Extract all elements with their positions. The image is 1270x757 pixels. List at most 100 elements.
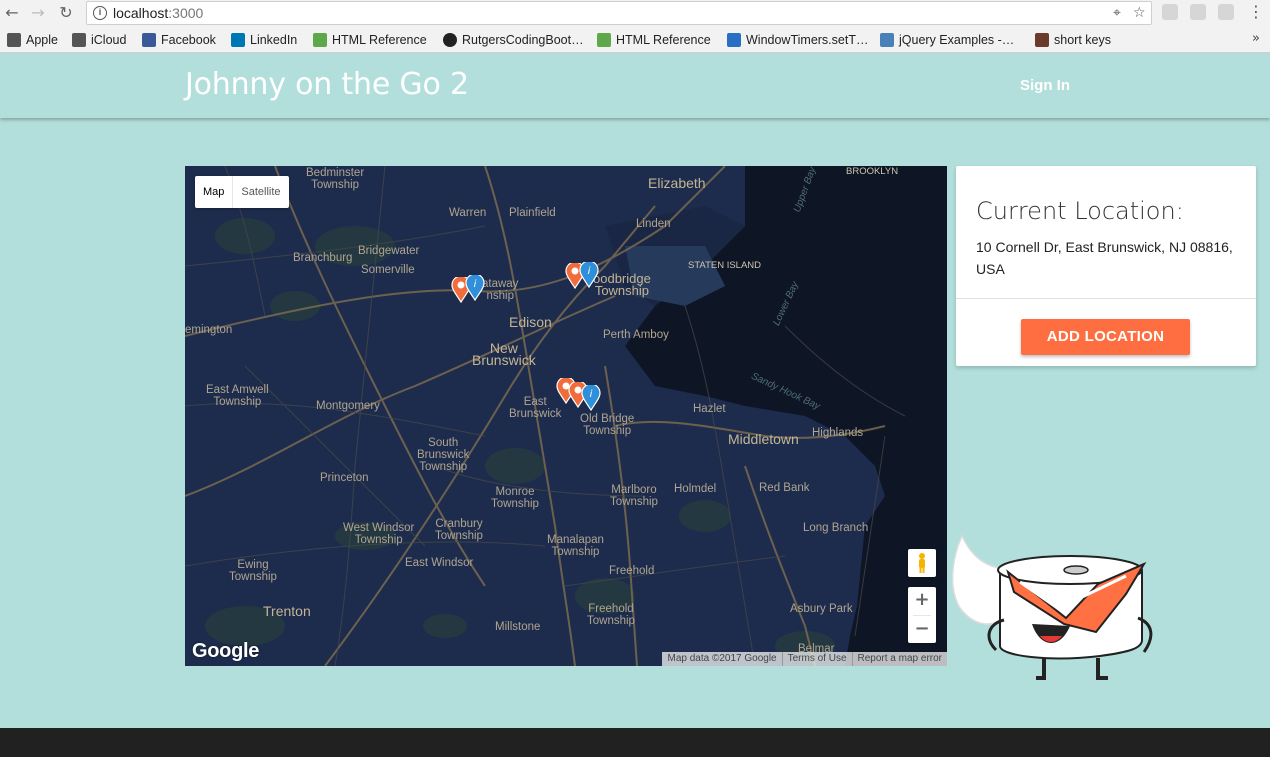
map-type-map-button[interactable]: Map bbox=[195, 176, 234, 208]
bookmark-thumbnail-icon bbox=[1035, 33, 1049, 47]
map-label: Asbury Park bbox=[790, 603, 853, 615]
bookmark-label: Facebook bbox=[161, 33, 216, 47]
map-label: Perth Amboy bbox=[603, 329, 669, 341]
bookmarks-overflow-icon[interactable]: » bbox=[1252, 31, 1260, 46]
bookmark-label: WindowTimers.setT… bbox=[746, 33, 869, 47]
location-icon[interactable]: ⌖ bbox=[1113, 5, 1121, 21]
map-label: Long Branch bbox=[803, 522, 869, 534]
info-icon[interactable]: i bbox=[93, 6, 107, 20]
linkedin-icon bbox=[231, 33, 245, 47]
sign-in-link[interactable]: Sign In bbox=[1020, 77, 1070, 94]
map-type-satellite-button[interactable]: Satellite bbox=[233, 176, 288, 208]
add-location-button[interactable]: ADD LOCATION bbox=[1021, 319, 1190, 355]
bookmark-label: LinkedIn bbox=[250, 33, 298, 47]
map-label: South Brunswick Township bbox=[417, 437, 470, 473]
map-label: East Brunswick bbox=[509, 396, 562, 420]
map-label: Princeton bbox=[320, 472, 369, 484]
map-label: Old Bridge Township bbox=[580, 413, 635, 437]
current-location-card: Current Location: 10 Cornell Dr, East Br… bbox=[956, 166, 1256, 366]
map-label: Trenton bbox=[263, 603, 311, 619]
map-label: Marlboro Township bbox=[610, 484, 658, 508]
location-marker-icon[interactable]: i bbox=[465, 275, 485, 301]
github-icon bbox=[443, 33, 457, 47]
bookmark-short-keys[interactable]: short keys bbox=[1035, 32, 1111, 48]
map-label: Ewing Township bbox=[229, 559, 277, 583]
map-label: Monroe Township bbox=[491, 486, 539, 510]
bookmark-apple[interactable]: Apple bbox=[7, 32, 58, 48]
map-data-credit: Map data ©2017 Google bbox=[667, 653, 777, 664]
map-label: Freehold Township bbox=[587, 603, 635, 627]
map-label: Warren bbox=[449, 207, 487, 219]
app-navbar: Johnny on the Go 2 Sign In bbox=[0, 54, 1270, 118]
star-icon[interactable]: ☆ bbox=[1133, 5, 1146, 21]
google-logo[interactable]: Google bbox=[192, 640, 259, 663]
browser-toolbar: ← → ↻ i localhost:3000 ⌖ ☆ ⋮ bbox=[0, 0, 1270, 27]
map-label: emington bbox=[185, 324, 233, 336]
terms-of-use-link[interactable]: Terms of Use bbox=[781, 652, 852, 666]
card-title: Current Location: bbox=[976, 197, 1184, 225]
google-map[interactable]: Map Satellite Bedminster Township Elizabe… bbox=[185, 166, 947, 666]
map-label: oodbridge Township bbox=[593, 271, 651, 298]
location-marker-icon[interactable]: i bbox=[579, 262, 599, 288]
map-label: BROOKLYN bbox=[846, 166, 899, 177]
bookmark-html-reference-2[interactable]: HTML Reference bbox=[597, 32, 711, 48]
map-label: Highlands bbox=[812, 427, 864, 439]
map-label: STATEN ISLAND bbox=[688, 260, 762, 271]
map-label: Manalapan Township bbox=[547, 534, 604, 558]
url-port: :3000 bbox=[168, 5, 204, 21]
map-label: Bridgewater bbox=[358, 245, 420, 257]
map-label: Millstone bbox=[495, 621, 541, 633]
map-label: Red Bank bbox=[759, 482, 810, 494]
url-text[interactable]: localhost:3000 bbox=[113, 5, 203, 21]
map-type-control[interactable]: Map Satellite bbox=[195, 176, 289, 208]
zoom-in-button[interactable]: + bbox=[908, 587, 936, 615]
map-base-layer bbox=[185, 166, 947, 666]
map-label: East Amwell Township bbox=[206, 384, 269, 408]
map-label: Branchburg bbox=[293, 252, 353, 264]
browser-menu-icon[interactable]: ⋮ bbox=[1248, 2, 1264, 21]
map-label: Holmdel bbox=[674, 483, 717, 495]
current-address: 10 Cornell Dr, East Brunswick, NJ 08816,… bbox=[976, 239, 1233, 277]
reload-icon[interactable]: ↻ bbox=[56, 3, 76, 23]
report-map-error-link[interactable]: Report a map error bbox=[851, 652, 947, 666]
mdn-icon bbox=[727, 33, 741, 47]
map-label: Middletown bbox=[728, 431, 799, 447]
bookmark-label: HTML Reference bbox=[332, 33, 427, 47]
map-label: Elizabeth bbox=[648, 175, 706, 191]
bookmark-label: short keys bbox=[1054, 33, 1111, 47]
map-label: Cranbury Township bbox=[435, 518, 483, 542]
bookmark-jquery[interactable]: jQuery Examples -… bbox=[880, 32, 1014, 48]
street-view-pegman-icon[interactable] bbox=[908, 549, 936, 577]
url-host: localhost bbox=[113, 5, 169, 21]
apple-icon bbox=[72, 33, 86, 47]
back-arrow-icon[interactable]: ← bbox=[2, 3, 22, 23]
svg-text:i: i bbox=[588, 266, 591, 277]
bookmark-label: HTML Reference bbox=[616, 33, 711, 47]
bookmark-html-reference[interactable]: HTML Reference bbox=[313, 32, 427, 48]
bookmark-windowtimers[interactable]: WindowTimers.setT… bbox=[727, 32, 868, 48]
forward-arrow-icon[interactable]: → bbox=[28, 3, 48, 23]
w3-icon bbox=[880, 33, 894, 47]
location-marker-icon[interactable]: i bbox=[581, 385, 601, 411]
bookmark-icloud[interactable]: iCloud bbox=[72, 32, 126, 48]
map-label: Bedminster Township bbox=[306, 167, 365, 191]
extension-icon[interactable] bbox=[1190, 4, 1206, 20]
map-label: West Windsor Township bbox=[343, 522, 415, 546]
bookmark-label: RutgersCodingBoot… bbox=[462, 33, 584, 47]
extension-icon[interactable] bbox=[1162, 4, 1178, 20]
extension-icon[interactable] bbox=[1218, 4, 1234, 20]
w3-icon bbox=[597, 33, 611, 47]
zoom-out-button[interactable]: − bbox=[908, 616, 936, 644]
bookmark-linkedin[interactable]: LinkedIn bbox=[231, 32, 297, 48]
bookmark-facebook[interactable]: Facebook bbox=[142, 32, 216, 48]
bookmark-rutgers[interactable]: RutgersCodingBoot… bbox=[443, 32, 584, 48]
zoom-control[interactable]: + − bbox=[908, 587, 936, 643]
brand-title[interactable]: Johnny on the Go 2 bbox=[185, 67, 469, 102]
map-label: New Brunswick bbox=[472, 340, 536, 368]
map-label: Linden bbox=[636, 218, 671, 230]
svg-text:i: i bbox=[590, 389, 593, 400]
bookmark-label: jQuery Examples -… bbox=[899, 33, 1015, 47]
address-bar[interactable]: i localhost:3000 ⌖ ☆ bbox=[86, 1, 1152, 25]
apple-icon bbox=[7, 33, 21, 47]
bookmarks-bar: Apple iCloud Facebook LinkedIn HTML Refe… bbox=[0, 27, 1270, 53]
